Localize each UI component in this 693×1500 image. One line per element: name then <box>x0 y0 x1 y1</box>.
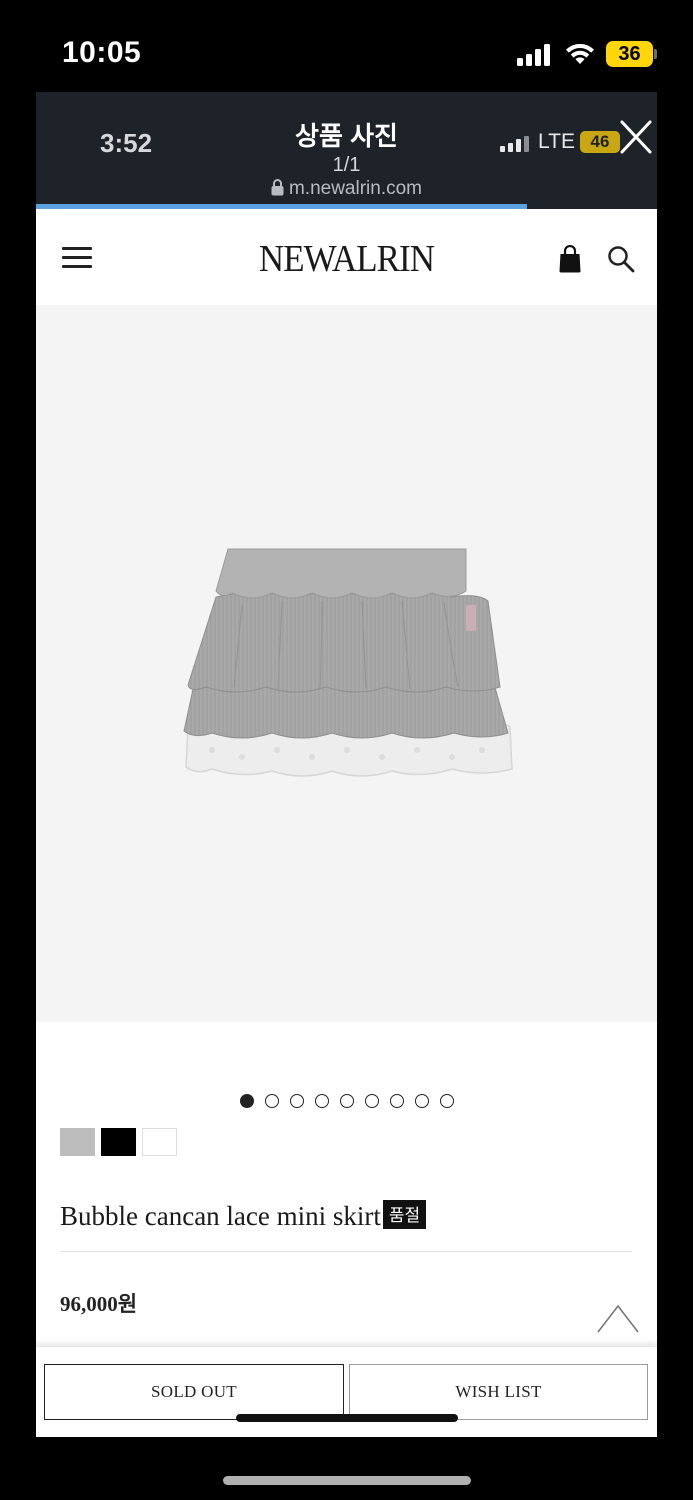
sold-out-button[interactable]: SOLD OUT <box>44 1364 344 1420</box>
search-icon[interactable] <box>607 245 635 273</box>
wish-list-button[interactable]: WISH LIST <box>349 1364 648 1420</box>
product-image[interactable] <box>36 305 657 1022</box>
carousel-dot[interactable] <box>314 1094 329 1108</box>
scroll-to-top-icon[interactable] <box>596 1304 640 1334</box>
close-icon[interactable] <box>620 120 652 154</box>
viewer-network: LTE <box>538 130 575 153</box>
carousel-dot[interactable] <box>364 1094 379 1108</box>
lock-icon <box>271 179 284 196</box>
carousel-dots[interactable] <box>36 1094 657 1110</box>
cellular-signal-icon <box>517 44 551 66</box>
viewer-url-text: m.newalrin.com <box>288 178 423 199</box>
product-price: 96,000원 <box>60 1292 138 1316</box>
wifi-icon <box>566 43 594 64</box>
screenshot-viewer: 3:52 상품 사진 1/1 m.newalrin.com LTE 46 NEW… <box>36 92 657 1437</box>
battery-icon: 36 <box>606 41 658 67</box>
site-header: NEWALRIN <box>36 209 657 305</box>
viewer-battery: 46 <box>580 131 620 153</box>
carousel-dot[interactable] <box>414 1094 429 1108</box>
carousel-dot[interactable] <box>264 1094 279 1108</box>
carousel-dot[interactable] <box>339 1094 354 1108</box>
photo-viewer-bar: 3:52 상품 사진 1/1 m.newalrin.com LTE 46 <box>36 92 657 209</box>
carousel-dot[interactable] <box>389 1094 404 1108</box>
color-swatch[interactable] <box>101 1128 136 1156</box>
color-swatch[interactable] <box>142 1128 177 1156</box>
sold-out-badge: 품절 <box>382 1200 427 1229</box>
shopping-bag-icon[interactable] <box>558 245 582 273</box>
product-name: Bubble cancan lace mini skirt <box>60 1201 381 1231</box>
battery-level: 36 <box>606 41 653 67</box>
carousel-dot[interactable] <box>439 1094 454 1108</box>
viewer-url: m.newalrin.com <box>36 178 657 200</box>
skirt-photo <box>183 548 513 777</box>
product-title: Bubble cancan lace mini skirt 품절 <box>60 1200 427 1232</box>
brand-logo[interactable]: NEWALRIN <box>61 237 632 281</box>
status-time: 10:05 <box>62 36 142 69</box>
color-swatch[interactable] <box>60 1128 95 1156</box>
purchase-bar: SOLD OUT WISH LIST <box>36 1347 657 1437</box>
viewer-signal-icon <box>500 136 530 152</box>
carousel-dot[interactable] <box>239 1094 254 1108</box>
viewer-counter: 1/1 <box>332 154 361 176</box>
divider <box>60 1251 632 1252</box>
inner-home-indicator <box>236 1414 458 1422</box>
carousel-dot[interactable] <box>289 1094 304 1108</box>
device-status-bar: 10:05 36 <box>0 0 693 92</box>
home-indicator[interactable] <box>223 1476 471 1485</box>
